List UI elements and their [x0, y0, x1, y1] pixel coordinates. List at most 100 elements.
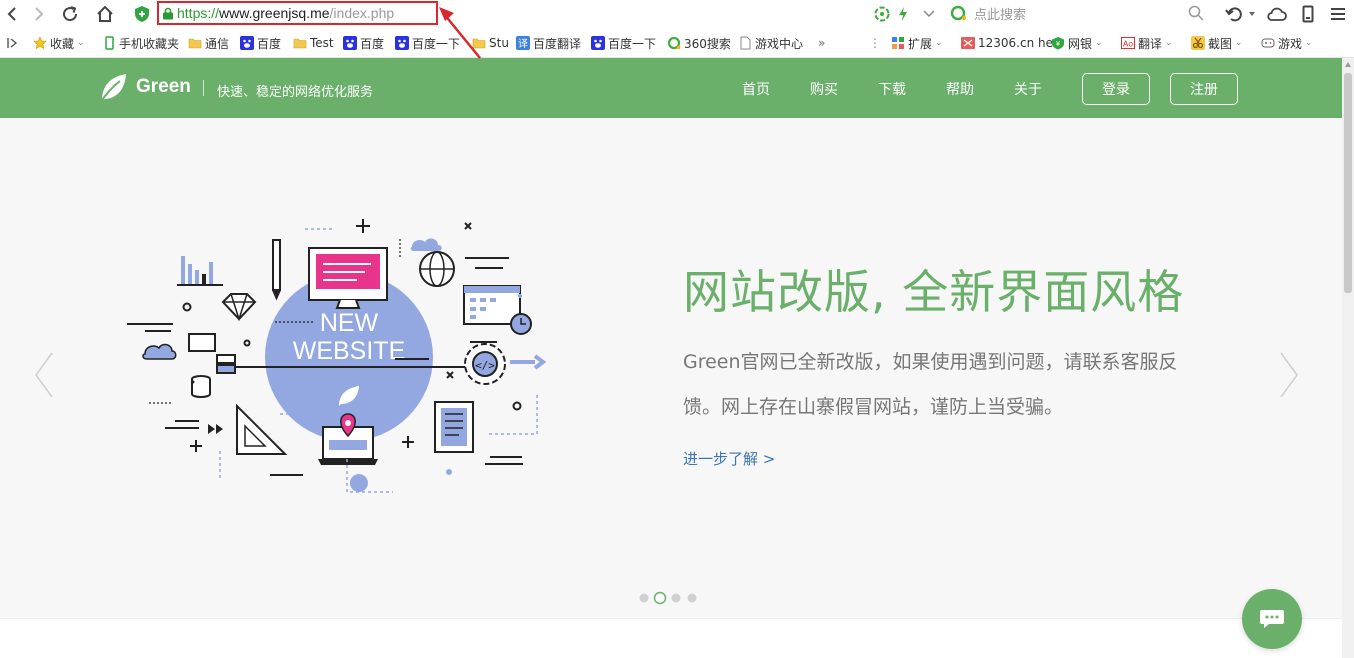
- svg-text:¥: ¥: [1056, 40, 1061, 48]
- extensions-menu[interactable]: 扩展 ⌄: [891, 34, 943, 52]
- nav-home[interactable]: 首页: [742, 79, 770, 99]
- bookmark-baidu-translate[interactable]: 译 百度翻译: [516, 34, 581, 52]
- bookmark-baidu-1[interactable]: 百度: [240, 34, 281, 52]
- puzzle-icon: [892, 37, 904, 49]
- pencil-icon: [272, 239, 281, 291]
- forward-arrow-icon: [35, 7, 44, 21]
- bookmark-label: 百度一下: [608, 36, 657, 51]
- main-menu-button[interactable]: [1328, 4, 1348, 24]
- search-box[interactable]: 点此搜索: [946, 3, 1208, 23]
- extension-label: 扩展: [908, 36, 933, 51]
- site-header: Green 快速、稳定的网络优化服务 首页 购买 下载 帮助 关于 登录 注册: [0, 58, 1342, 118]
- sidebar-toggle-icon: [7, 38, 18, 48]
- carousel-dot-3[interactable]: [671, 593, 681, 603]
- bookmark-baidu-2[interactable]: 百度: [343, 34, 384, 52]
- search-icon[interactable]: [1188, 5, 1204, 21]
- page-scrollbar[interactable]: [1342, 58, 1354, 658]
- page-content-below-hero: [0, 618, 1342, 658]
- phone-icon: [1302, 5, 1314, 23]
- bookmark-mobile-favorites[interactable]: 手机收藏夹: [102, 34, 179, 52]
- bookmarks-sidebar-toggle[interactable]: [6, 34, 18, 52]
- bookmarks-bar: 收藏 ⌄ 手机收藏夹 通信 百度 Test 百度 百度一下 Stu 译 百度翻译 …: [0, 28, 1354, 58]
- cloud-icon: [142, 343, 177, 360]
- nav-help[interactable]: 帮助: [946, 79, 974, 99]
- baidu-paw-icon: [591, 36, 605, 50]
- phone-icon: [105, 36, 114, 50]
- bookmark-folder-test[interactable]: Test: [293, 34, 334, 52]
- carousel-next-button[interactable]: [1277, 350, 1301, 400]
- carousel-prev-button[interactable]: [32, 350, 56, 400]
- translate-icon: 译: [516, 36, 530, 50]
- live-chat-button[interactable]: [1242, 589, 1302, 649]
- turbo-mode-button[interactable]: [893, 4, 913, 24]
- learn-more-link[interactable]: 进一步了解 >: [683, 448, 775, 469]
- security-shield-button[interactable]: [132, 4, 152, 24]
- scroll-up-arrow-icon[interactable]: [1345, 62, 1351, 67]
- chevron-down-icon: ⌄: [1165, 38, 1173, 48]
- folder-icon: [293, 38, 307, 49]
- bookmark-game-center[interactable]: 游戏中心: [738, 34, 803, 52]
- bookmark-favorites[interactable]: 收藏 ⌄: [33, 34, 85, 52]
- 360-search-icon: [667, 36, 681, 50]
- carousel-dot-2-active[interactable]: [653, 591, 667, 605]
- double-chevron-right-icon: »: [818, 36, 826, 50]
- nav-about[interactable]: 关于: [1014, 79, 1042, 99]
- bookmark-label: 百度: [360, 36, 385, 51]
- extension-translate[interactable]: Ao 翻译 ⌄: [1121, 34, 1173, 52]
- extension-games[interactable]: 游戏 ⌄: [1261, 34, 1313, 52]
- chevron-down-icon: ⌄: [1235, 38, 1243, 48]
- chevron-down-icon: ⌄: [935, 38, 943, 48]
- bookmark-label: 百度翻译: [533, 36, 582, 51]
- reload-button[interactable]: [60, 4, 80, 24]
- green-shield-icon: [135, 6, 149, 22]
- bookmarks-overflow-button[interactable]: »: [818, 34, 825, 52]
- vertical-dots-icon: ⋮: [869, 36, 881, 50]
- bookmark-360-search[interactable]: 360搜索: [667, 34, 731, 52]
- home-icon: [97, 5, 113, 22]
- brand-name[interactable]: Green: [136, 76, 191, 98]
- page-icon: [740, 36, 751, 50]
- site-slogan: 快速、稳定的网络优化服务: [217, 85, 374, 100]
- address-dropdown-button[interactable]: [919, 4, 939, 24]
- svg-text:译: 译: [518, 38, 528, 50]
- small-monitor-icon: [188, 333, 216, 352]
- extension-netbank[interactable]: ¥ 网银 ⌄: [1051, 34, 1103, 52]
- baidu-paw-icon: [343, 36, 357, 50]
- register-button[interactable]: 注册: [1170, 73, 1238, 105]
- back-arrow-icon: [7, 7, 16, 21]
- extension-label: 截图: [1208, 36, 1233, 51]
- hero-description: Green官网已全新改版，如果使用遇到问题，请联系客服反馈。网上存在山寨假冒网站…: [683, 351, 1178, 418]
- back-button[interactable]: [2, 4, 22, 24]
- cloud-sync-button[interactable]: [1267, 4, 1287, 24]
- mobile-button[interactable]: [1298, 4, 1318, 24]
- leaf-logo-icon[interactable]: [98, 72, 128, 104]
- forward-button[interactable]: [29, 4, 49, 24]
- carousel-dot-4[interactable]: [687, 593, 697, 603]
- login-button[interactable]: 登录: [1082, 73, 1150, 105]
- undo-button[interactable]: [1224, 4, 1244, 24]
- carousel-dot-1[interactable]: [639, 593, 649, 603]
- hamburger-menu-icon: [1331, 8, 1345, 20]
- home-button[interactable]: [95, 4, 115, 24]
- star-icon: [33, 36, 47, 50]
- address-bar[interactable]: https://www.greenjsq.me/index.php: [157, 1, 438, 25]
- nav-buy[interactable]: 购买: [810, 79, 838, 99]
- extension-screenshot[interactable]: 截图 ⌄: [1191, 34, 1243, 52]
- cloud-icon: [410, 238, 442, 251]
- chevron-down-icon: ⌄: [77, 38, 85, 48]
- ticket-icon: [961, 37, 975, 49]
- hero-title: 网站改版, 全新界面风格: [683, 265, 1185, 319]
- bookmark-baidu-yixia-2[interactable]: 百度一下: [591, 34, 656, 52]
- nav-download[interactable]: 下载: [878, 79, 906, 99]
- extension-label: 游戏: [1278, 36, 1303, 51]
- speed-ball-button[interactable]: [872, 4, 892, 24]
- bookmark-label: Test: [310, 36, 334, 50]
- bookmark-label: 360搜索: [684, 36, 731, 51]
- toolbar-separator-grip: ⋮: [869, 34, 881, 52]
- undo-dropdown[interactable]: [1246, 4, 1258, 24]
- bookmark-folder-tongxin[interactable]: 通信: [188, 34, 229, 52]
- baidu-paw-icon: [240, 36, 254, 50]
- scroll-thumb[interactable]: [1344, 73, 1352, 293]
- undo-icon: [1225, 7, 1242, 22]
- extension-12306[interactable]: 12306.cn he: [961, 34, 1053, 52]
